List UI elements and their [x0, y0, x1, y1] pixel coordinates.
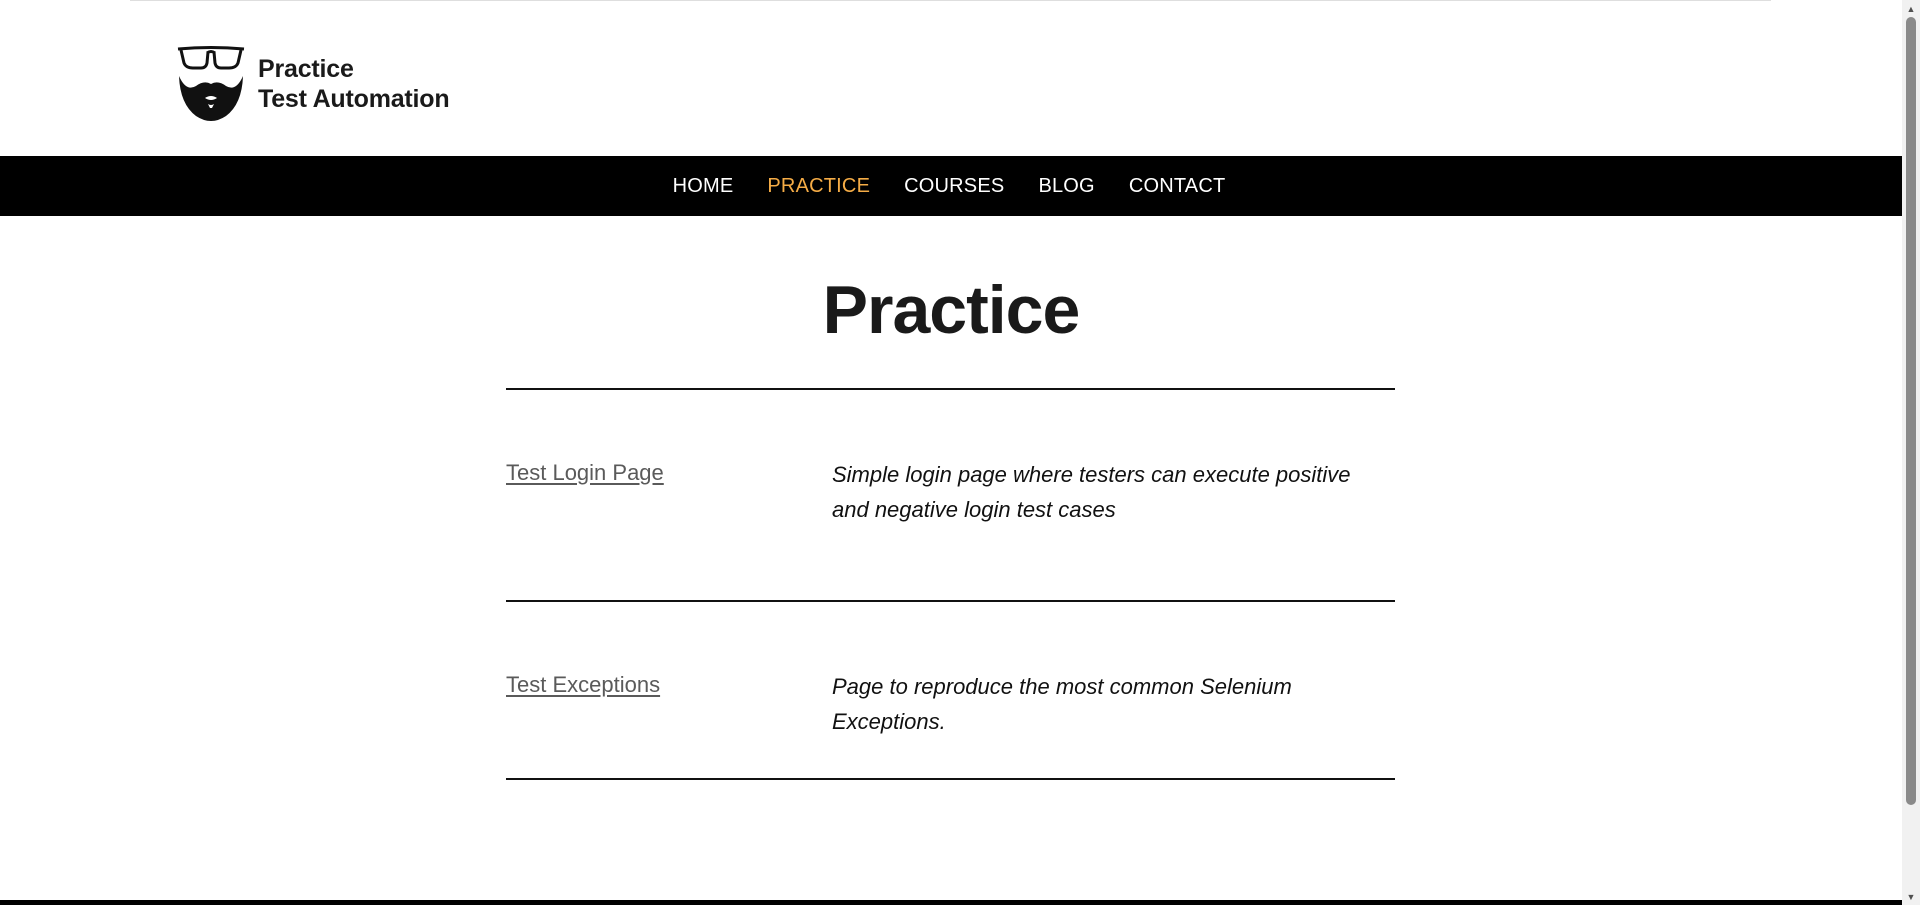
main-navigation: HOME PRACTICE COURSES BLOG CONTACT: [0, 156, 1902, 216]
nav-item-home[interactable]: HOME: [673, 175, 734, 197]
divider: [506, 388, 1395, 390]
nav-item-practice[interactable]: PRACTICE: [767, 175, 870, 197]
page: Practice Test Automation HOME PRACTICE C…: [0, 0, 1902, 905]
scroll-thumb[interactable]: [1906, 17, 1916, 805]
nav-item-blog[interactable]: BLOG: [1038, 175, 1094, 197]
logo-line-2: Test Automation: [258, 85, 450, 113]
test-login-page-link[interactable]: Test Login Page: [506, 460, 664, 486]
divider: [506, 778, 1395, 780]
header-top-divider: [130, 0, 1771, 1]
test-login-page-description: Simple login page where testers can exec…: [832, 462, 1351, 522]
nav-item-courses[interactable]: COURSES: [904, 175, 1004, 197]
logo-line-1: Practice: [258, 55, 354, 83]
nav-item-contact[interactable]: CONTACT: [1129, 175, 1226, 197]
test-exceptions-link[interactable]: Test Exceptions: [506, 672, 660, 698]
logo-text: Practice Test Automation: [258, 54, 450, 114]
bearded-face-glasses-icon: [177, 46, 245, 121]
vertical-scrollbar[interactable]: ▲ ▼: [1902, 0, 1920, 905]
scroll-up-arrow-icon[interactable]: ▲: [1902, 0, 1920, 17]
page-title: Practice: [822, 272, 1081, 348]
divider: [506, 600, 1395, 602]
footer-edge: [0, 900, 1902, 905]
nav-list: HOME PRACTICE COURSES BLOG CONTACT: [673, 175, 1226, 198]
test-exceptions-description: Page to reproduce the most common Seleni…: [832, 674, 1292, 734]
scroll-down-arrow-icon[interactable]: ▼: [1902, 888, 1920, 905]
site-logo[interactable]: Practice Test Automation: [176, 46, 450, 122]
